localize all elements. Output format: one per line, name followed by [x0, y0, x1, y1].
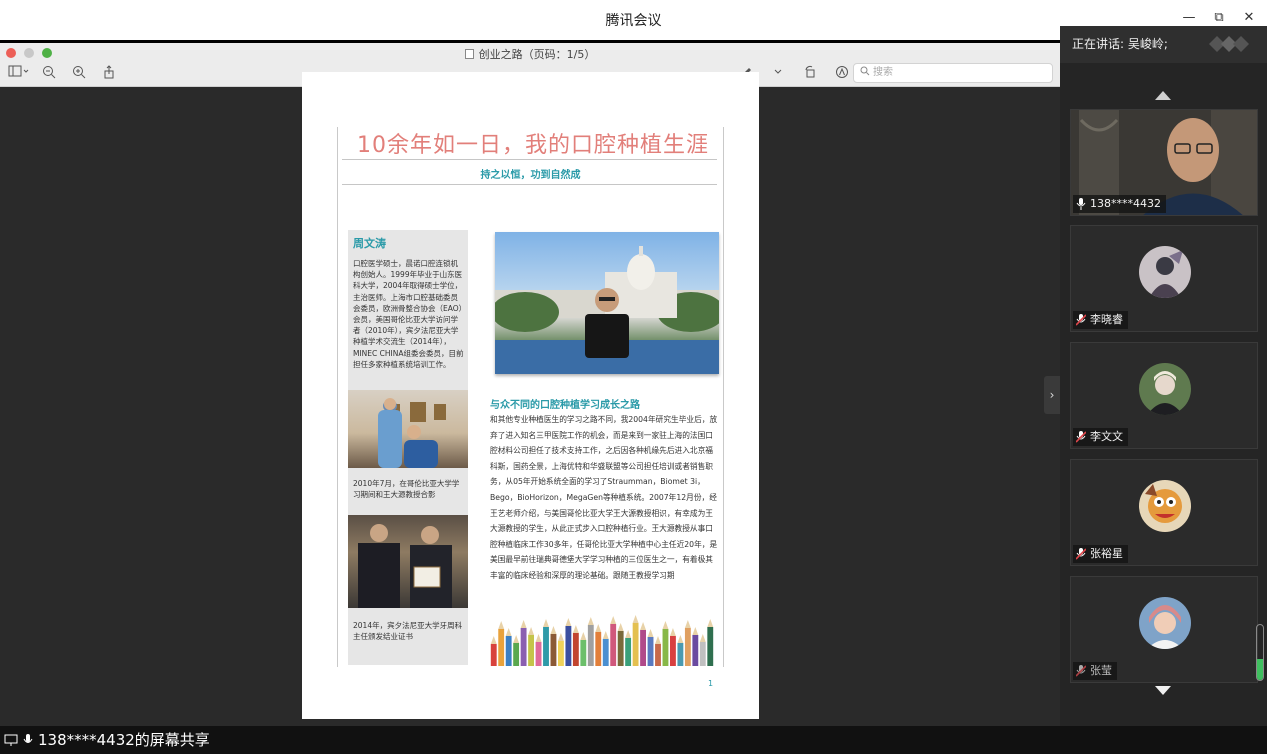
document-title: 创业之路（页码：1/5） [0, 46, 1060, 62]
participant-tile[interactable]: 张裕星 [1070, 459, 1258, 566]
participant-name-tag: 张裕星 [1073, 545, 1128, 563]
chevron-down-icon[interactable] [767, 65, 789, 81]
search-input[interactable]: 搜索 [853, 63, 1053, 83]
participant-name: 张裕星 [1090, 547, 1123, 560]
speaking-label: 正在讲话: 吴峻岭; [1072, 37, 1168, 51]
tencent-meeting-logo-icon [1209, 36, 1249, 52]
close-button[interactable]: ✕ [1241, 10, 1257, 26]
participant-tile[interactable]: 李晓睿 [1070, 225, 1258, 332]
restore-button[interactable]: ⧉ [1211, 10, 1227, 26]
avatar [1139, 480, 1191, 532]
author-sidebar: 周文涛 口腔医学硕士，晨诺口腔连锁机构创始人。1999年毕业于山东医科大学，20… [348, 230, 468, 665]
scrollbar-fill [1257, 659, 1263, 680]
meeting-window: 腾讯会议 — ⧉ ✕ 创业之路（页码：1/5） 搜索 10余年如一日，我的口腔种… [0, 0, 1267, 754]
rotate-icon[interactable] [799, 65, 821, 81]
participant-name: 李晓睿 [1090, 313, 1123, 326]
page-number: 1 [708, 679, 714, 688]
avatar [1139, 597, 1191, 649]
participant-name-tag: 张莹 [1073, 662, 1117, 680]
scroll-down-arrow-icon[interactable] [1155, 686, 1171, 695]
microphone-icon [23, 734, 33, 743]
panel-scrollbar[interactable] [1256, 624, 1264, 681]
screen-share-status-bar: 138****4432的屏幕共享 [0, 726, 1267, 754]
author-bio: 口腔医学硕士，晨诺口腔连锁机构创始人。1999年毕业于山东医科大学，2004年取… [353, 259, 464, 369]
participant-video-tile[interactable]: 138****4432 [1070, 109, 1258, 216]
colored-pencils-image [490, 612, 714, 666]
participant-name-tag: 李晓睿 [1073, 311, 1128, 329]
zoom-in-icon[interactable] [68, 65, 90, 81]
participant-name: 李文文 [1090, 430, 1123, 443]
participants-panel: 正在讲话: 吴峻岭; 138****4432 李晓睿 李文文 张裕星 张莹 [1060, 26, 1267, 726]
sidebar-toggle-icon[interactable] [8, 65, 30, 81]
microphone-icon [1076, 198, 1086, 210]
muted-microphone-icon [1076, 665, 1086, 677]
participant-name: 张莹 [1090, 664, 1112, 677]
section-title: 与众不同的口腔种植学习成长之路 [490, 400, 640, 411]
participant-tile[interactable]: 李文文 [1070, 342, 1258, 449]
photo-columbia [348, 390, 468, 468]
speaking-indicator: 正在讲话: 吴峻岭; [1060, 26, 1267, 63]
muted-microphone-icon [1076, 548, 1086, 560]
share-icon[interactable] [98, 65, 120, 81]
participant-tile[interactable]: 张莹 [1070, 576, 1258, 683]
photo-caption: 2010年7月，在哥伦比亚大学学习期间和王大源教授合影 [353, 479, 460, 499]
article-subhead: 持之以恒，功到自然成 [480, 170, 581, 181]
participant-name-tag: 李文文 [1073, 428, 1128, 446]
photo-caption: 2014年，宾夕法尼亚大学牙周科主任颁发结业证书 [353, 621, 463, 641]
pdf-file-icon [464, 49, 474, 59]
zoom-out-icon[interactable] [38, 65, 60, 81]
participant-name: 138****4432 [1090, 197, 1161, 210]
search-icon [860, 66, 870, 76]
photo-certificate [348, 515, 468, 608]
photo-capitol [491, 232, 725, 374]
section-body: 和其他专业种植医生的学习之路不同，我2004年研究生毕业后，放弃了进入知名三甲医… [490, 415, 718, 580]
toolbar-left [8, 65, 120, 81]
avatar [1139, 246, 1191, 298]
author-name: 周文涛 [353, 237, 386, 250]
divider [342, 184, 717, 185]
scroll-up-arrow-icon[interactable] [1155, 91, 1171, 100]
muted-microphone-icon [1076, 431, 1086, 443]
document-title-text: 创业之路（页码：1/5） [478, 48, 596, 61]
panel-collapse-button[interactable]: › [1044, 376, 1060, 414]
app-title: 腾讯会议 [605, 13, 662, 29]
divider [342, 159, 717, 160]
muted-microphone-icon [1076, 314, 1086, 326]
minimize-button[interactable]: — [1181, 10, 1197, 26]
participant-name-tag: 138****4432 [1073, 195, 1166, 213]
article-headline: 10余年如一日，我的口腔种植生涯 [357, 133, 709, 158]
search-placeholder: 搜索 [873, 67, 893, 78]
document-page: 10余年如一日，我的口腔种植生涯 持之以恒，功到自然成 周文涛 口腔医学硕士，晨… [302, 72, 759, 719]
share-status-text: 138****4432的屏幕共享 [38, 731, 210, 749]
screen-share-icon [4, 734, 18, 746]
avatar [1139, 363, 1191, 415]
annotate-icon[interactable] [831, 65, 853, 81]
window-controls: — ⧉ ✕ [1181, 10, 1257, 26]
